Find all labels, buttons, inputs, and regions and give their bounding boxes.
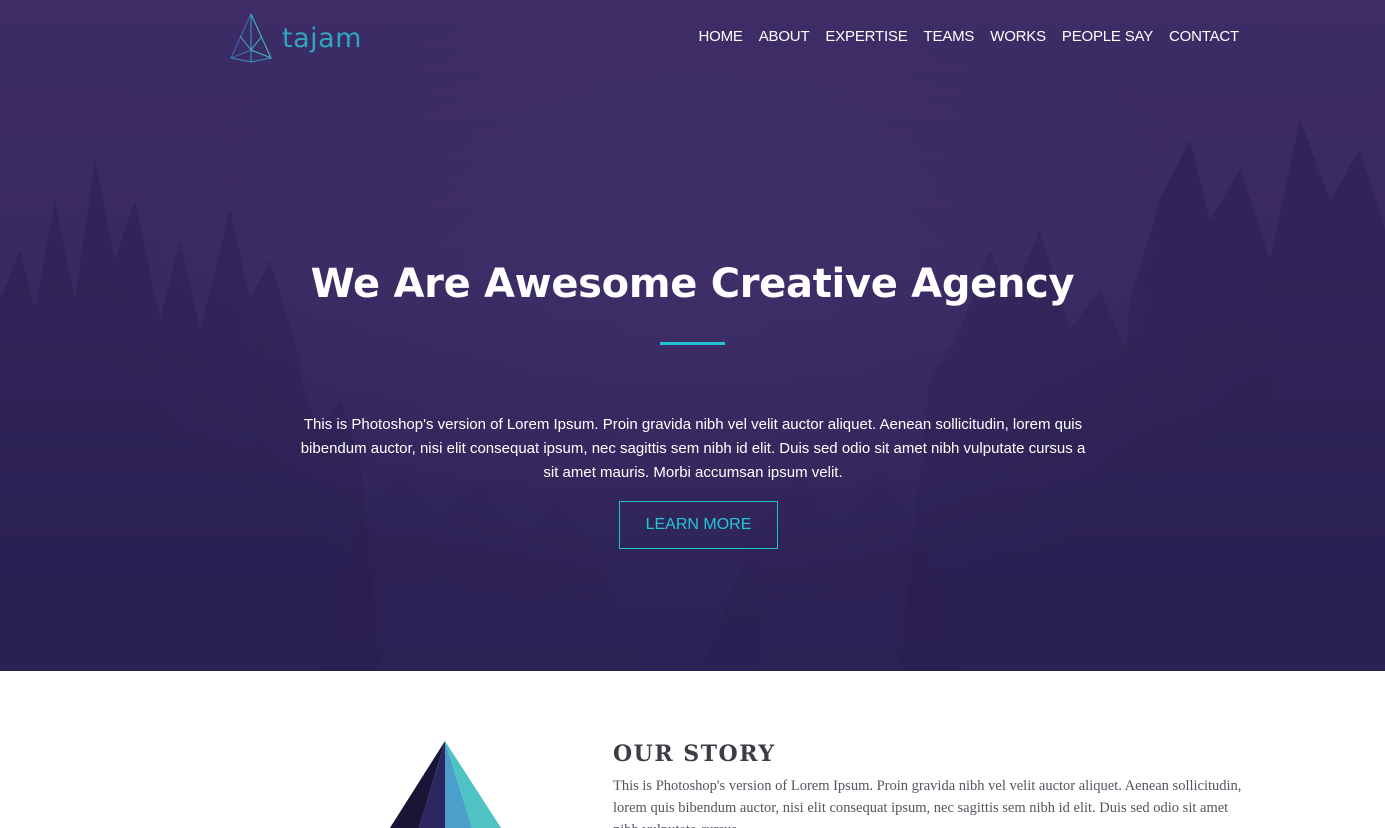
nav-item-home[interactable]: HOME: [699, 28, 743, 45]
main-menu: HOME ABOUT EXPERTISE TEAMS WORKS PEOPLE …: [699, 28, 1240, 45]
hero-divider: [660, 342, 725, 345]
pyramid-logo-icon: [230, 13, 272, 63]
story-description: This is Photoshop's version of Lorem Ips…: [613, 778, 1242, 828]
hero-section: tajam HOME ABOUT EXPERTISE TEAMS WORKS P…: [0, 0, 1385, 671]
nav-item-about[interactable]: ABOUT: [759, 28, 810, 45]
pyramid-illustration-icon: [389, 741, 502, 828]
nav-item-teams[interactable]: TEAMS: [924, 28, 975, 45]
nav-item-contact[interactable]: CONTACT: [1169, 28, 1239, 45]
our-story-section: OUR STORY This is Photoshop's version of…: [0, 671, 1385, 828]
nav-item-expertise[interactable]: EXPERTISE: [825, 28, 907, 45]
hero-title: We Are Awesome Creative Agency: [310, 261, 1075, 307]
learn-more-button[interactable]: LEARN MORE: [619, 501, 778, 549]
hero-description: This is Photoshop's version of Lorem Ips…: [300, 416, 1086, 481]
nav-item-people-say[interactable]: PEOPLE SAY: [1062, 28, 1153, 45]
top-navigation: tajam HOME ABOUT EXPERTISE TEAMS WORKS P…: [0, 0, 1385, 75]
hero-overlay: [0, 0, 1385, 671]
brand-logo[interactable]: tajam: [228, 10, 362, 66]
story-title: OUR STORY: [613, 741, 776, 767]
brand-name: tajam: [282, 22, 362, 54]
nav-item-works[interactable]: WORKS: [990, 28, 1046, 45]
